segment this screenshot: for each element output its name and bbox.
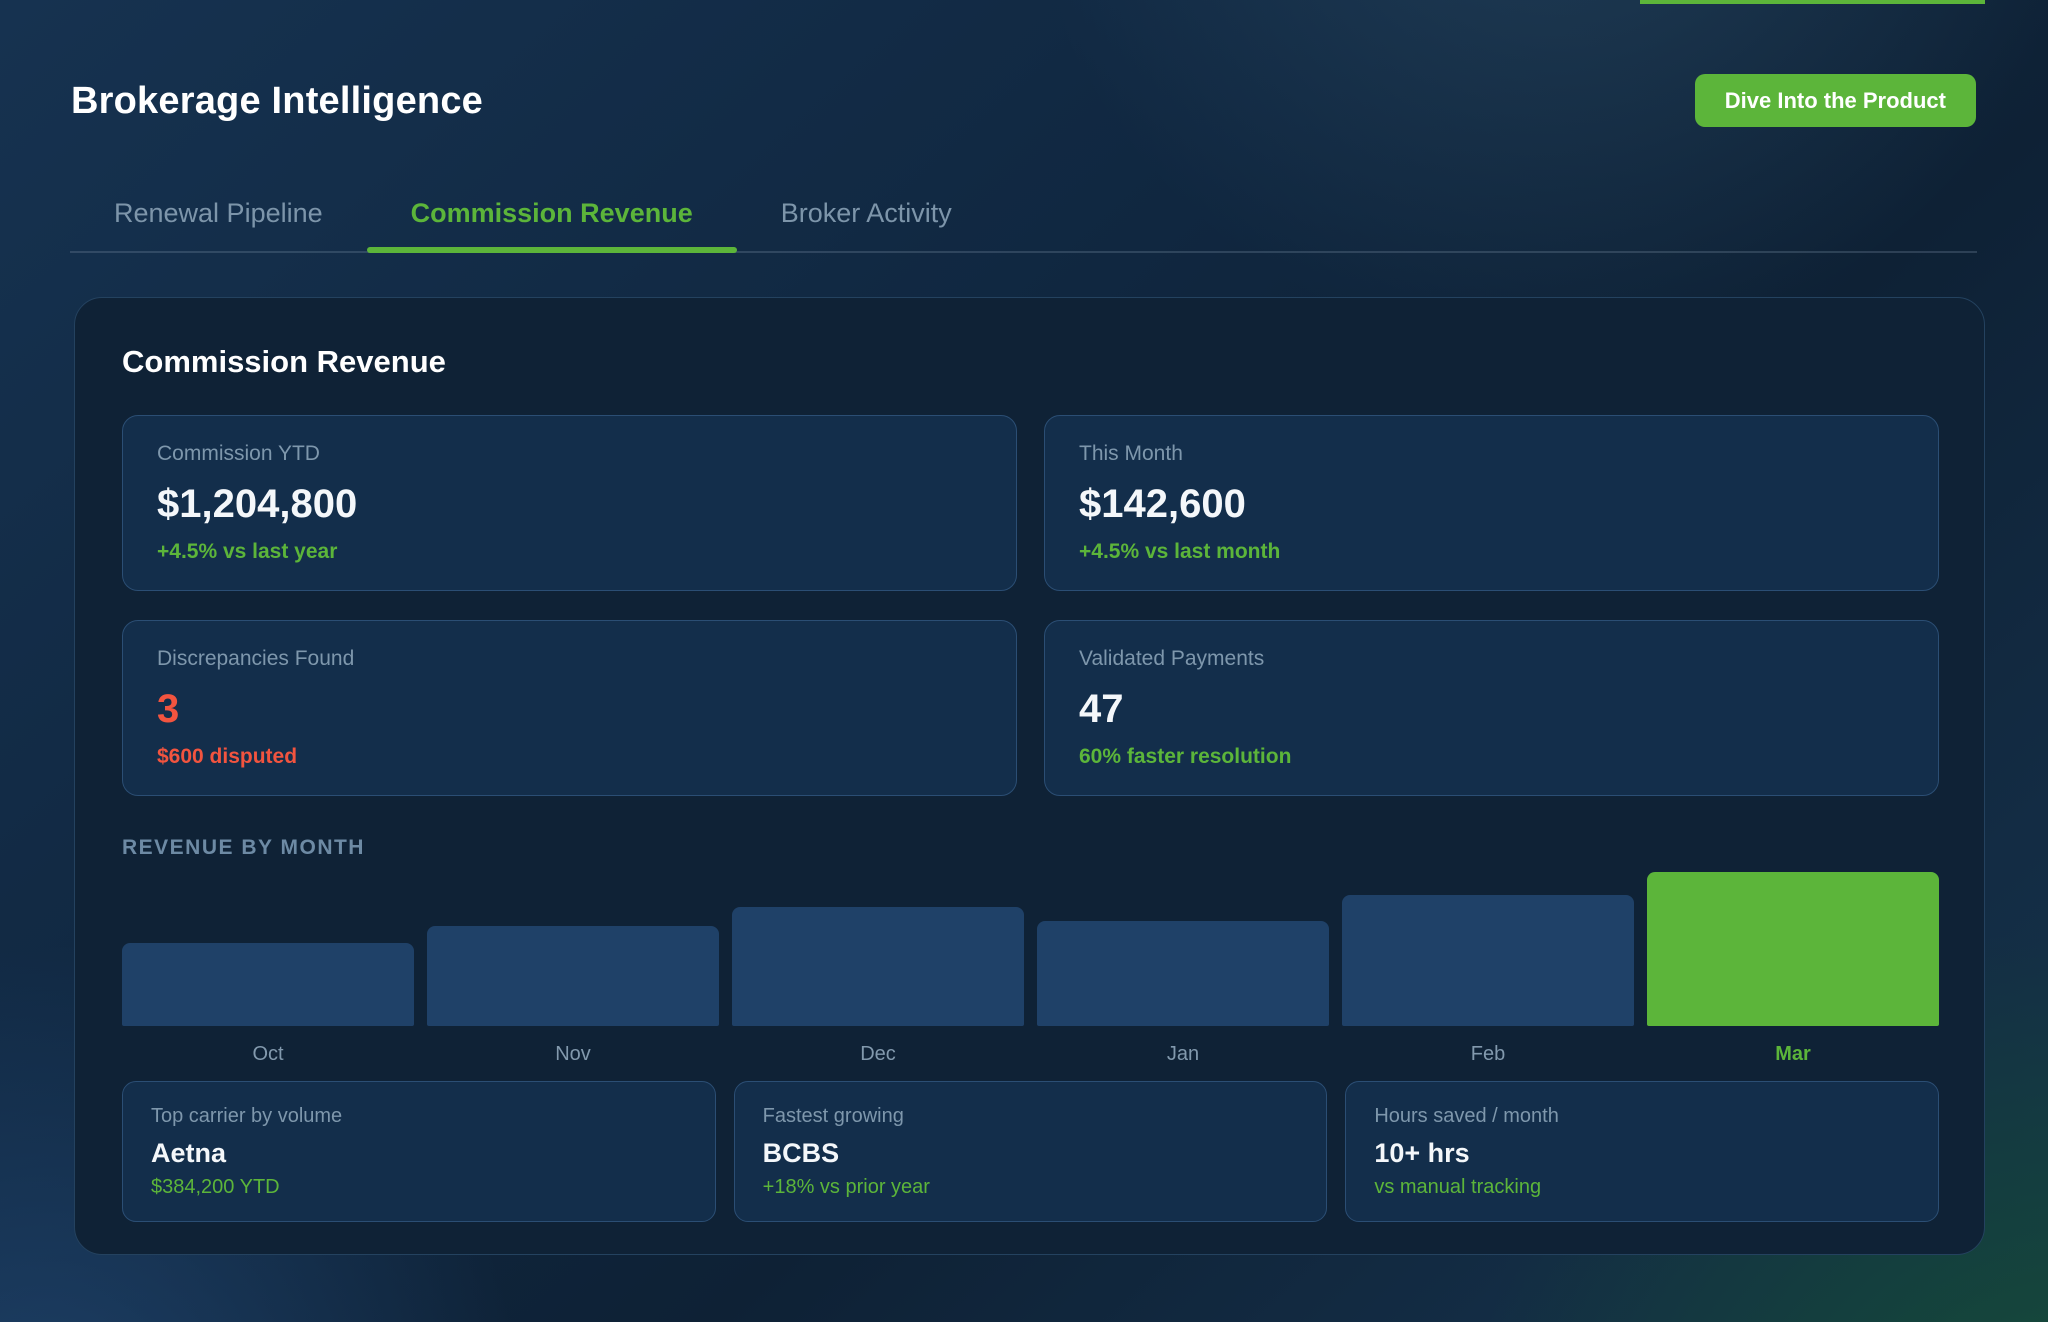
stat-card: Discrepancies Found 3 $600 disputed — [122, 620, 1017, 796]
bar-column: Mar — [1647, 872, 1939, 1066]
bar-label: Nov — [427, 1042, 719, 1066]
bar-highlighted — [1647, 872, 1939, 1026]
insight-label: Fastest growing — [763, 1105, 1299, 1128]
bar — [427, 926, 719, 1026]
insight-card: Hours saved / month 10+ hrs vs manual tr… — [1345, 1081, 1939, 1222]
bar-label: Jan — [1037, 1042, 1329, 1066]
insight-value: Aetna — [151, 1138, 687, 1169]
bar — [732, 907, 1024, 1026]
insights-grid: Top carrier by volume Aetna $384,200 YTD… — [122, 1081, 1939, 1222]
bar-column: Dec — [732, 907, 1024, 1066]
bar-column: Jan — [1037, 921, 1329, 1066]
insight-card: Fastest growing BCBS +18% vs prior year — [734, 1081, 1328, 1222]
bar-column: Nov — [427, 926, 719, 1066]
insight-label: Hours saved / month — [1374, 1105, 1910, 1128]
stat-delta: +4.5% vs last year — [157, 540, 982, 564]
tab-commission-revenue[interactable]: Commission Revenue — [367, 196, 737, 251]
bar-label: Dec — [732, 1042, 1024, 1066]
tab-bar: Renewal Pipeline Commission Revenue Brok… — [70, 196, 1977, 253]
tab-renewal-pipeline[interactable]: Renewal Pipeline — [70, 196, 367, 251]
stat-card: Validated Payments 47 60% faster resolut… — [1044, 620, 1939, 796]
bar-column: Oct — [122, 943, 414, 1066]
insight-label: Top carrier by volume — [151, 1105, 687, 1128]
bar — [1342, 895, 1634, 1026]
stat-delta: 60% faster resolution — [1079, 745, 1904, 769]
stat-value: $142,600 — [1079, 482, 1904, 527]
dive-into-product-button[interactable]: Dive Into the Product — [1695, 74, 1976, 127]
bar-label: Oct — [122, 1042, 414, 1066]
stat-value: 47 — [1079, 687, 1904, 732]
page-title: Brokerage Intelligence — [71, 80, 483, 123]
bar — [122, 943, 414, 1026]
stats-grid: Commission YTD $1,204,800 +4.5% vs last … — [122, 415, 1939, 796]
bar — [1037, 921, 1329, 1026]
stat-label: Discrepancies Found — [157, 647, 982, 671]
insight-value: BCBS — [763, 1138, 1299, 1169]
revenue-bar-chart: Oct Nov Dec Jan Feb Mar — [122, 872, 1939, 1066]
stat-label: This Month — [1079, 442, 1904, 466]
bar-label: Feb — [1342, 1042, 1634, 1066]
top-accent-strip — [1640, 0, 1985, 4]
insight-sub: +18% vs prior year — [763, 1176, 1299, 1199]
tab-broker-activity[interactable]: Broker Activity — [737, 196, 996, 251]
stat-value: $1,204,800 — [157, 482, 982, 527]
commission-revenue-panel: Commission Revenue Commission YTD $1,204… — [74, 297, 1985, 1255]
insight-sub: vs manual tracking — [1374, 1176, 1910, 1199]
revenue-by-month-label: REVENUE BY MONTH — [122, 836, 1939, 860]
stat-label: Validated Payments — [1079, 647, 1904, 671]
bar-label: Mar — [1647, 1042, 1939, 1066]
panel-heading: Commission Revenue — [122, 344, 1939, 380]
stat-card: This Month $142,600 +4.5% vs last month — [1044, 415, 1939, 591]
stat-label: Commission YTD — [157, 442, 982, 466]
bar-column: Feb — [1342, 895, 1634, 1066]
stat-value: 3 — [157, 687, 982, 732]
stat-card: Commission YTD $1,204,800 +4.5% vs last … — [122, 415, 1017, 591]
stat-delta: +4.5% vs last month — [1079, 540, 1904, 564]
stat-delta: $600 disputed — [157, 745, 982, 769]
insight-sub: $384,200 YTD — [151, 1176, 687, 1199]
insight-value: 10+ hrs — [1374, 1138, 1910, 1169]
insight-card: Top carrier by volume Aetna $384,200 YTD — [122, 1081, 716, 1222]
